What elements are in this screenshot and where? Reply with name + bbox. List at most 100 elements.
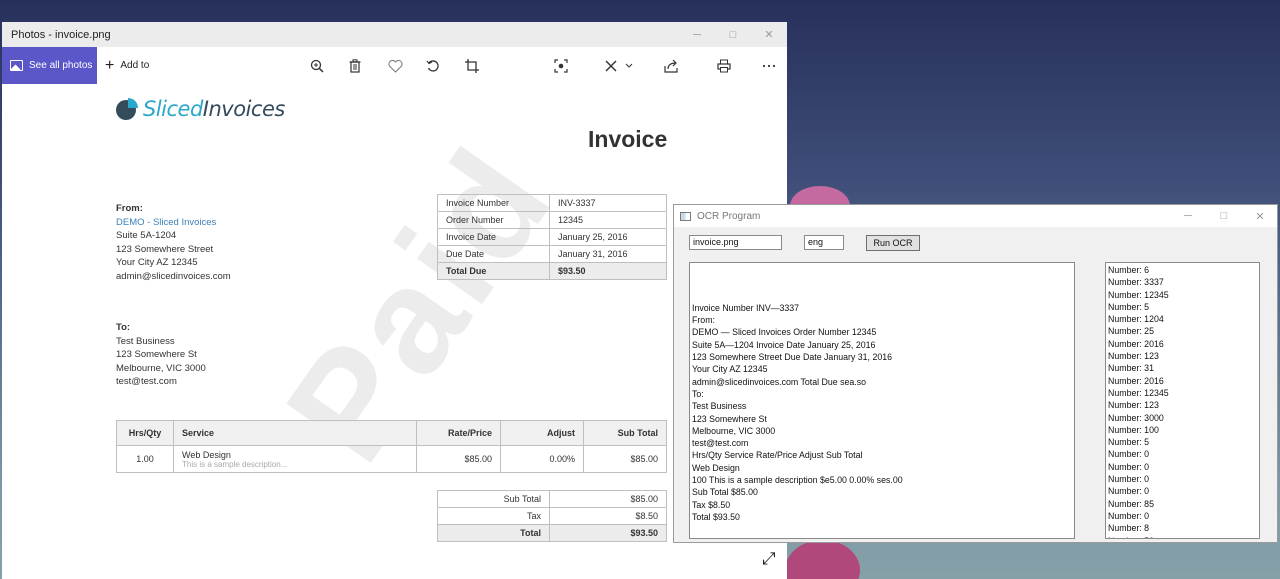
wallpaper-blob [785, 540, 860, 579]
brand-part2: Invoices [202, 97, 286, 121]
photos-titlebar: Photos - invoice.png [2, 22, 787, 47]
number-list-item[interactable]: Number: 8 [1108, 522, 1257, 534]
item-service-name: Web Design [182, 449, 231, 460]
item-qty: 1.00 [116, 445, 174, 473]
crop-icon[interactable] [462, 56, 482, 76]
window-controls: ─ □ ✕ [679, 22, 787, 47]
invoice-meta-table: Invoice Number INV-3337 Order Number 12345… [437, 194, 667, 280]
number-list-item[interactable]: Number: 123 [1108, 350, 1257, 362]
ocr-text-line: 123 Somewhere Street Due Date January 31… [692, 352, 893, 363]
number-list-item[interactable]: Number: 12345 [1108, 387, 1257, 399]
meta-value: January 31, 2016 [549, 245, 667, 263]
meta-value: January 25, 2016 [549, 228, 667, 246]
brand-part1: Sliced [143, 97, 203, 121]
meta-label: Order Number [437, 211, 550, 229]
number-list-item[interactable]: Number: 25 [1108, 325, 1257, 337]
table-row: Invoice Number INV-3337 [437, 194, 667, 212]
number-list-item[interactable]: Number: 50 [1108, 535, 1257, 538]
see-all-photos-button[interactable]: See all photos [2, 47, 97, 84]
item-service: Web Design This is a sample description.… [173, 445, 417, 473]
number-list-item[interactable]: Number: 0 [1108, 461, 1257, 473]
number-list-item[interactable]: Number: 5 [1108, 301, 1257, 313]
rotate-icon[interactable] [423, 56, 443, 76]
close-icon[interactable]: ✕ [1242, 205, 1278, 227]
number-list-item[interactable]: Number: 0 [1108, 485, 1257, 497]
number-list-item[interactable]: Number: 123 [1108, 399, 1257, 411]
minimize-icon[interactable]: ─ [679, 22, 715, 47]
share-icon[interactable] [661, 56, 681, 76]
number-list-item[interactable]: Number: 31 [1108, 362, 1257, 374]
zoom-in-icon[interactable] [307, 56, 327, 76]
table-row: Order Number 12345 [437, 211, 667, 229]
language-input[interactable]: eng [804, 235, 844, 250]
from-name-link[interactable]: DEMO - Sliced Invoices [116, 216, 231, 230]
add-to-button[interactable]: + Add to [105, 47, 149, 84]
meta-label: Invoice Date [437, 228, 550, 246]
item-rate: $85.00 [416, 445, 501, 473]
ocr-text-line: To: [692, 388, 704, 399]
from-line: admin@slicedinvoices.com [116, 270, 231, 282]
file-name-input[interactable]: invoice.png [689, 235, 782, 250]
to-line: Melbourne, VIC 3000 [116, 362, 206, 374]
invoice-totals-table: Sub Total $85.00 Tax $8.50 Total $93.50 [437, 490, 667, 542]
ocr-text-line: Web Design [692, 462, 740, 473]
to-line: Test Business [116, 335, 175, 347]
maximize-icon[interactable]: □ [1206, 205, 1242, 227]
number-list-item[interactable]: Number: 3337 [1108, 276, 1257, 288]
number-list-item[interactable]: Number: 0 [1108, 510, 1257, 522]
total-label: Tax [437, 507, 550, 525]
ocr-text-line: Hrs/Qty Service Rate/Price Adjust Sub To… [692, 450, 863, 461]
from-line: Your City AZ 12345 [116, 257, 198, 268]
add-to-label: Add to [120, 60, 150, 71]
from-heading: From: [116, 203, 143, 214]
favorite-icon[interactable] [385, 56, 405, 76]
ocr-text-line: 100 This is a sample description $e5.00 … [692, 475, 903, 486]
number-list-item[interactable]: Number: 0 [1108, 448, 1257, 460]
enhance-icon[interactable] [551, 56, 571, 76]
run-ocr-button[interactable]: Run OCR [866, 235, 920, 251]
ocr-text-line: DEMO — Sliced Invoices Order Number 1234… [692, 327, 877, 338]
maximize-icon[interactable]: □ [715, 22, 751, 47]
invoice-items-table: Hrs/Qty Service Rate/Price Adjust Sub To… [116, 420, 667, 473]
close-icon[interactable]: ✕ [751, 22, 787, 47]
number-list[interactable]: Number: 6 Number: 3337 Number: 12345 Number… [1105, 262, 1260, 539]
to-line: 123 Somewhere St [116, 349, 197, 360]
ocr-window-controls: ─ □ ✕ [1170, 205, 1278, 227]
ocr-text-line [692, 290, 1072, 302]
number-list-item[interactable]: Number: 3000 [1108, 412, 1257, 424]
total-label: Total [437, 524, 550, 542]
number-list-item[interactable]: Number: 0 [1108, 473, 1257, 485]
more-icon[interactable] [759, 56, 779, 76]
ocr-text-line [692, 265, 1072, 277]
ocr-text-line: Sub Total $85.00 [692, 487, 758, 498]
ocr-text-line: Your City AZ 12345 [692, 364, 768, 375]
col-header: Adjust [500, 420, 584, 446]
ocr-text-line: Test Business [692, 401, 747, 412]
expand-icon[interactable]: ⤢ [762, 549, 776, 569]
table-row: Sub Total $85.00 [437, 490, 667, 508]
meta-label: Due Date [437, 245, 550, 263]
print-icon[interactable] [714, 56, 734, 76]
photos-window: Photos - invoice.png ─ □ ✕ See all photo… [2, 22, 787, 579]
number-list-item[interactable]: Number: 12345 [1108, 289, 1257, 301]
ocr-window-title: OCR Program [697, 210, 761, 222]
edit-draw-icon[interactable] [602, 56, 636, 76]
delete-icon[interactable] [345, 56, 365, 76]
number-list-item[interactable]: Number: 2016 [1108, 338, 1257, 350]
number-list-item[interactable]: Number: 85 [1108, 498, 1257, 510]
total-value: $93.50 [549, 524, 667, 542]
number-list-item[interactable]: Number: 5 [1108, 436, 1257, 448]
number-list-item[interactable]: Number: 2016 [1108, 375, 1257, 387]
minimize-icon[interactable]: ─ [1170, 205, 1206, 227]
ocr-text-line: Invoice Number INV—3337 [692, 302, 800, 313]
ocr-text-line: Melbourne, VIC 3000 [692, 425, 776, 436]
meta-value: INV-3337 [549, 194, 667, 212]
number-list-item[interactable]: Number: 1204 [1108, 313, 1257, 325]
ocr-program-window: OCR Program ─ □ ✕ invoice.png eng Run OC… [673, 204, 1278, 543]
table-row: Invoice Date January 25, 2016 [437, 228, 667, 246]
ocr-result-textbox[interactable]: Invoice Number INV—3337 From: DEMO — Slice… [689, 262, 1075, 539]
app-icon [680, 211, 691, 221]
col-header: Rate/Price [416, 420, 501, 446]
number-list-item[interactable]: Number: 100 [1108, 424, 1257, 436]
number-list-item[interactable]: Number: 6 [1108, 264, 1257, 276]
